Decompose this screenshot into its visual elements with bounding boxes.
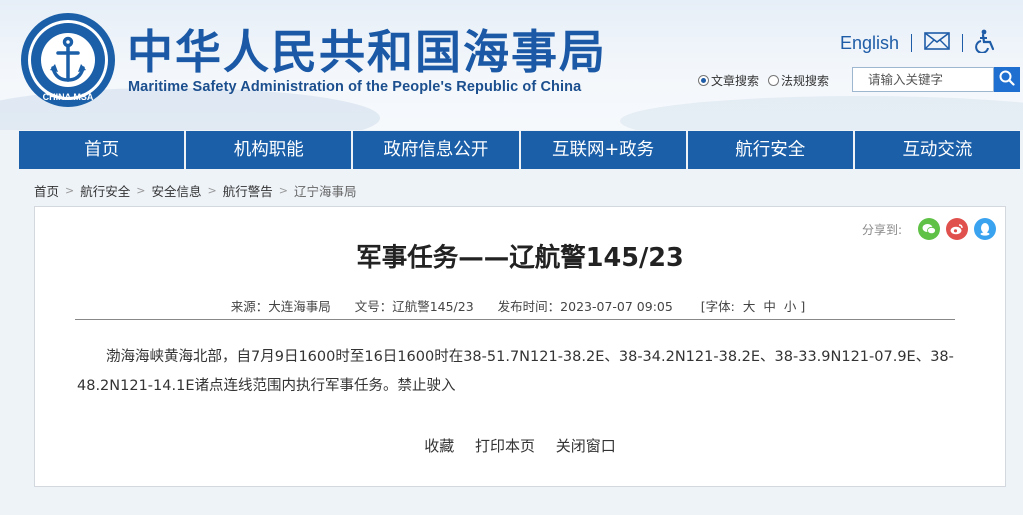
svg-text:CHINA MSA: CHINA MSA [43,92,94,102]
close-window-link[interactable]: 关闭窗口 [556,437,616,455]
divider [962,34,964,52]
font-size-controls: [字体: 大中小 ] [697,299,809,314]
accessibility-icon[interactable] [975,29,997,57]
font-medium-button[interactable]: 中 [763,299,776,314]
mail-icon[interactable] [924,32,950,54]
nav-item-interaction[interactable]: 互动交流 [855,131,1020,169]
breadcrumb-item[interactable]: 首页 [34,181,59,200]
chevron-right-icon: > [278,184,288,197]
radio-law-search[interactable]: 法规搜索 [768,72,829,89]
nav-item-internet-gov[interactable]: 互联网+政务 [521,131,688,169]
article-publish-time: 发布时间：2023-07-07 09:05 [497,299,673,314]
nav-item-gov-info[interactable]: 政府信息公开 [353,131,521,169]
font-size-label: [字体: [700,299,735,314]
header-wave-decoration [620,96,1023,130]
radio-label: 文章搜索 [711,73,760,88]
radio-label: 法规搜索 [781,73,830,88]
site-subtitle: Maritime Safety Administration of the Pe… [128,79,582,95]
article-meta: 来源：大连海事局 文号：辽航警145/23 发布时间：2023-07-07 09… [35,296,1005,315]
top-links: English [840,29,997,57]
radio-article-search[interactable]: 文章搜索 [698,72,759,89]
chevron-right-icon: > [65,184,75,197]
breadcrumb-item[interactable]: 航行警告 [223,181,273,200]
favorite-link[interactable]: 收藏 [424,437,454,455]
share-label: 分享到: [861,222,902,237]
nav-item-navigation-safety[interactable]: 航行安全 [688,131,855,169]
font-small-button[interactable]: 小 ] [784,299,805,314]
print-link[interactable]: 打印本页 [475,437,535,455]
nav-item-home[interactable]: 首页 [19,131,187,169]
article-doc-number: 文号：辽航警145/23 [354,299,474,314]
search-scope: 文章搜索 法规搜索 [698,68,838,92]
english-link[interactable]: English [840,33,899,54]
divider [911,34,913,52]
font-large-button[interactable]: 大 [743,299,756,314]
article-body: 渤海海峡黄海北部，自7月9日1600时至16日1600时在38-51.7N121… [77,349,954,394]
main-nav: 首页 机构职能 政府信息公开 互联网+政务 航行安全 互动交流 [19,131,1020,169]
search-button[interactable] [994,67,1020,92]
breadcrumb-item[interactable]: 安全信息 [151,181,201,200]
site-title: 中华人民共和国海事局 [127,25,607,79]
breadcrumb-current[interactable]: 辽宁海事局 [294,181,357,200]
radio-dot[interactable] [768,74,780,86]
article-source: 来源：大连海事局 [230,299,331,314]
msa-logo[interactable]: CHINA MSA [20,12,116,108]
search-icon [999,70,1015,90]
chevron-right-icon: > [207,184,217,197]
article-title: 军事任务——辽航警145/23 [356,243,684,273]
nav-item-functions[interactable]: 机构职能 [186,131,354,169]
breadcrumb-item[interactable]: 航行安全 [80,181,130,200]
article-actions: 收藏 打印本页 关闭窗口 [35,435,1005,456]
radio-dot-selected[interactable] [698,74,709,86]
article-panel: 分享到: 军事任务——辽航警145/23 来源：大连海事局 文号：辽航警145/… [34,206,1006,487]
chevron-right-icon: > [136,184,146,197]
divider [75,319,955,320]
breadcrumb: 首页 > 航行安全 > 安全信息 > 航行警告 > 辽宁海事局 [34,181,356,200]
search-input[interactable]: 请输入关键字 [852,67,994,92]
